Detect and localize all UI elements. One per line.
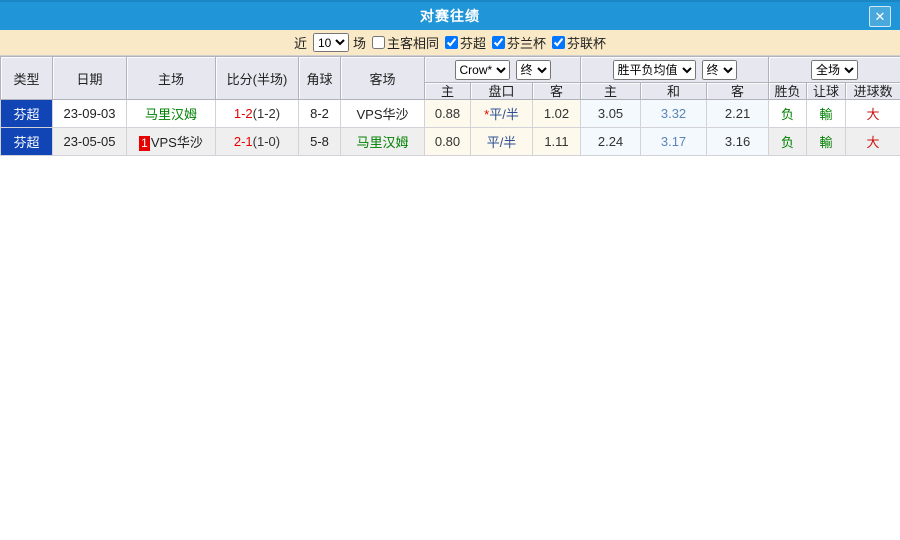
handicap-line: 平/半 [486, 135, 517, 150]
same-venue-label: 主客相同 [386, 36, 439, 51]
match-count-select[interactable]: 10 [312, 33, 349, 52]
handicap-result-cell: 輸 [806, 127, 847, 156]
league-label: 芬联杯 [567, 36, 607, 51]
home-win-odds-cell: 2.24 [580, 127, 642, 156]
asian-home-odds-cell: 0.80 [424, 127, 471, 156]
near-label: 近 [293, 36, 307, 51]
asian-time-select[interactable]: 终 [515, 59, 551, 80]
sub-header-goals: 进球数 [845, 82, 900, 100]
col-header-score: 比分(半场) [215, 56, 299, 100]
home-rank-badge: 1 [139, 136, 150, 151]
same-venue-filter[interactable]: 主客相同 [371, 33, 439, 52]
sub-header-result: 胜负 [768, 82, 808, 100]
handicap-cell: *平/半 [470, 99, 533, 128]
period-select[interactable]: 全场 [811, 59, 859, 80]
asian-away-odds-cell: 1.02 [531, 99, 582, 128]
same-venue-checkbox[interactable] [371, 36, 385, 49]
away-team-cell: VPS华沙 [340, 99, 425, 128]
halftime-score: (1-2) [252, 106, 281, 121]
close-icon[interactable]: ✕ [869, 6, 891, 27]
col-header-type: 类型 [0, 56, 53, 100]
handicap-cell: 平/半 [470, 127, 533, 156]
league-cell: 芬超 [0, 99, 53, 128]
away-win-odds-cell: 3.16 [706, 127, 770, 156]
col-header-date: 日期 [52, 56, 127, 100]
league-label: 芬超 [460, 36, 487, 51]
avg-odds-group-header: 胜平负均值 终 [580, 56, 770, 83]
halftime-score: (1-0) [252, 134, 281, 149]
result-group-header: 全场 [768, 56, 900, 83]
date-cell: 23-09-03 [52, 99, 127, 128]
goals-cell: 大 [845, 127, 900, 156]
league-filter-item[interactable]: 芬兰杯 [492, 33, 546, 52]
score-cell: 1-2(1-2) [215, 99, 299, 128]
away-win-odds-cell: 2.21 [706, 99, 770, 128]
home-team-cell: 马里汉姆 [126, 99, 216, 128]
league-filters: 芬超 芬兰杯 芬联杯 [439, 33, 606, 52]
draw-odds-cell: 3.17 [640, 127, 708, 156]
table-row: 芬超 23-09-03 马里汉姆 1-2(1-2) 8-2 VPS华沙 0.88… [0, 99, 900, 128]
h2h-table: 类型 日期 主场 比分(半场) 角球 客场 Crow* 终 胜平负均值 终 全场… [0, 56, 900, 156]
draw-odds-cell: 3.32 [640, 99, 708, 128]
sub-header-odds-home: 主 [580, 82, 642, 100]
league-label: 芬兰杯 [507, 36, 547, 51]
sub-header-odds-away: 客 [706, 82, 770, 100]
bookmaker-select[interactable]: Crow* [454, 59, 510, 80]
col-header-home: 主场 [126, 56, 216, 100]
asian-away-odds-cell: 1.11 [531, 127, 582, 156]
league-filter-item[interactable]: 芬联杯 [552, 33, 606, 52]
fulltime-score: 1-2 [233, 106, 253, 121]
filter-bar: 近 10 场 主客相同 芬超 芬兰杯 芬联杯 [0, 30, 900, 56]
col-header-away: 客场 [340, 56, 425, 100]
league-filter-item[interactable]: 芬超 [445, 33, 486, 52]
away-team-cell: 马里汉姆 [340, 127, 425, 156]
table-row: 芬超 23-05-05 1 VPS华沙 2-1(1-0) 5-8 马里汉姆 0.8… [0, 127, 900, 156]
asian-odds-group-header: Crow* 终 [423, 56, 582, 83]
away-team-name: 马里汉姆 [356, 135, 409, 150]
league-checkbox[interactable] [492, 36, 506, 49]
corners-cell: 8-2 [298, 99, 341, 128]
handicap-result-cell: 輸 [806, 99, 847, 128]
avg-odds-select[interactable]: 胜平负均值 [612, 59, 696, 80]
dialog-titlebar: 对赛往绩 ✕ [0, 0, 900, 30]
score-cell: 2-1(1-0) [215, 127, 299, 156]
sub-header-asian-home: 主 [424, 82, 471, 100]
avg-time-select[interactable]: 终 [701, 59, 737, 80]
league-checkbox[interactable] [552, 36, 566, 49]
league-cell: 芬超 [0, 127, 53, 156]
result-cell: 负 [768, 127, 808, 156]
home-team-name: VPS华沙 [150, 135, 203, 150]
col-header-corner: 角球 [298, 56, 341, 100]
result-cell: 负 [768, 99, 808, 128]
asian-home-odds-cell: 0.88 [424, 99, 471, 128]
dialog-title: 对赛往绩 [420, 8, 480, 24]
away-team-name: VPS华沙 [356, 107, 409, 122]
corners-cell: 5-8 [298, 127, 341, 156]
goals-cell: 大 [845, 99, 900, 128]
sub-header-odds-draw: 和 [640, 82, 708, 100]
home-team-name: 马里汉姆 [144, 107, 197, 122]
sub-header-handicap: 盘口 [470, 82, 533, 100]
sub-header-handicap-result: 让球 [806, 82, 847, 100]
games-label: 场 [352, 36, 366, 51]
handicap-line: 平/半 [489, 107, 519, 122]
league-checkbox[interactable] [445, 36, 458, 49]
date-cell: 23-05-05 [52, 127, 127, 156]
home-win-odds-cell: 3.05 [580, 99, 642, 128]
home-team-cell: 1 VPS华沙 [126, 127, 216, 156]
fulltime-score: 2-1 [233, 134, 253, 149]
sub-header-asian-away: 客 [531, 82, 582, 100]
